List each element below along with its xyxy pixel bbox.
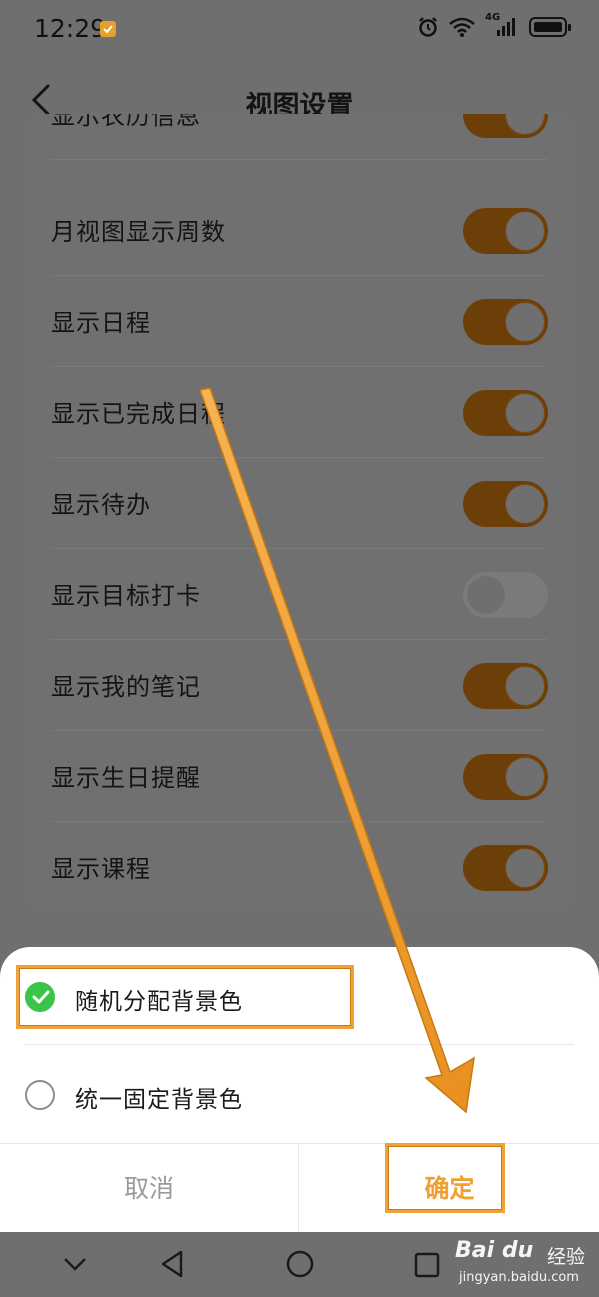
home-circle-icon[interactable] <box>286 1250 314 1278</box>
toggle-switch[interactable] <box>463 481 548 527</box>
battery-icon <box>529 17 571 37</box>
setting-label: 显示生日提醒 <box>51 764 201 792</box>
toggle-switch[interactable] <box>463 299 548 345</box>
status-icons: 4G <box>417 12 571 38</box>
radio-empty-icon <box>25 1080 55 1110</box>
wifi-icon <box>449 17 475 37</box>
chevron-down-icon[interactable] <box>63 1256 87 1272</box>
setting-label: 月视图显示周数 <box>51 218 226 246</box>
setting-row-todo: 显示待办 <box>50 458 548 549</box>
setting-label: 显示待办 <box>51 491 151 519</box>
toggle-switch[interactable] <box>463 208 548 254</box>
toggle-switch[interactable] <box>463 845 548 891</box>
annotation-highlight-option <box>16 965 354 1029</box>
option-fixed-color[interactable]: 统一固定背景色 <box>0 1047 599 1143</box>
cancel-button[interactable]: 取消 <box>0 1144 299 1233</box>
system-nav-bar: Bai du 经验 jingyan.baidu.com <box>0 1232 599 1297</box>
setting-row-notes: 显示我的笔记 <box>50 640 548 731</box>
setting-row-courses: 显示课程 <box>50 822 548 910</box>
setting-row-completed-schedule: 显示已完成日程 <box>50 367 548 458</box>
setting-row-lunar: 显示农历信息 <box>50 114 548 160</box>
annotation-highlight-confirm <box>385 1143 505 1213</box>
divider <box>24 1044 574 1045</box>
status-bar: 12:29 4G <box>0 0 599 58</box>
watermark-url: jingyan.baidu.com <box>459 1270 579 1285</box>
setting-label: 显示目标打卡 <box>51 582 201 610</box>
setting-row-schedule: 显示日程 <box>50 276 548 367</box>
settings-card: 显示农历信息 月视图显示周数 显示日程 显示已完成日程 显示待办 显示目标打卡 … <box>24 114 575 910</box>
setting-label: 显示课程 <box>51 855 151 883</box>
toggle-switch[interactable] <box>463 114 548 138</box>
toggle-switch[interactable] <box>463 754 548 800</box>
status-time: 12:29 <box>34 14 107 43</box>
notification-check-icon <box>100 21 116 37</box>
option-label: 统一固定背景色 <box>75 1087 243 1113</box>
setting-label: 显示已完成日程 <box>51 400 226 428</box>
recents-square-icon[interactable] <box>414 1252 440 1278</box>
setting-label: 显示日程 <box>51 309 151 337</box>
setting-label: 显示农历信息 <box>51 114 201 130</box>
signal-icon: 4G <box>485 12 519 38</box>
back-triangle-icon[interactable] <box>160 1250 184 1278</box>
toggle-switch[interactable] <box>463 663 548 709</box>
sheet-actions: 取消 确定 <box>0 1143 599 1233</box>
alarm-icon <box>419 17 437 37</box>
toggle-switch[interactable] <box>463 390 548 436</box>
baidu-jingyan-watermark: Bai du 经验 jingyan.baidu.com <box>455 1236 595 1292</box>
toggle-switch[interactable] <box>463 572 548 618</box>
setting-label: 显示我的笔记 <box>51 673 201 701</box>
setting-row-goal-checkin: 显示目标打卡 <box>50 549 548 640</box>
setting-row-birthday: 显示生日提醒 <box>50 731 548 822</box>
watermark-logo: Bai du <box>455 1238 534 1263</box>
setting-row-week-numbers: 月视图显示周数 <box>50 185 548 276</box>
watermark-brand: 经验 <box>547 1246 586 1268</box>
